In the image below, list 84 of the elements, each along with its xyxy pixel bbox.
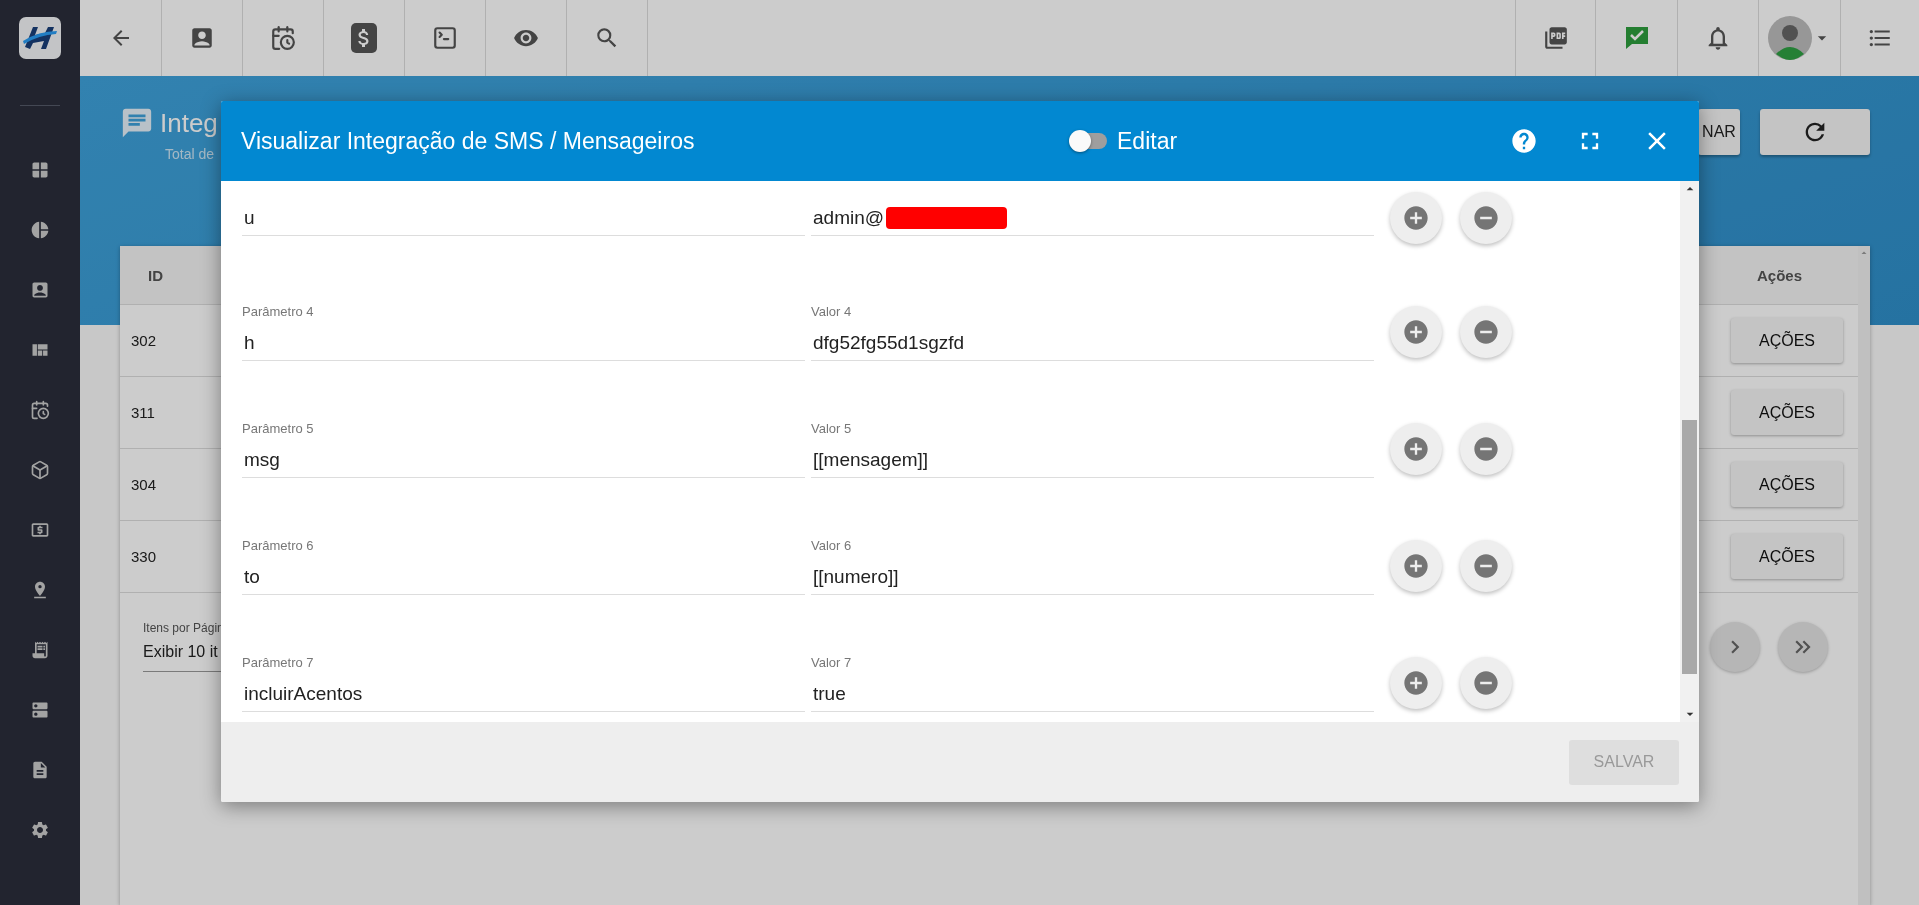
receipt-icon[interactable] xyxy=(30,640,50,660)
cube-icon[interactable] xyxy=(30,460,50,480)
add-button[interactable] xyxy=(1390,540,1442,592)
actions-button[interactable]: AÇÕES xyxy=(1731,318,1843,363)
column-header: Ações xyxy=(1756,266,1802,284)
dialog-title: Visualizar Integração de SMS / Mensageiros xyxy=(241,127,696,155)
money-icon[interactable] xyxy=(30,520,50,540)
scrollbar[interactable] xyxy=(1680,181,1699,722)
calendar-clock-icon[interactable] xyxy=(270,25,296,51)
field-label: Parâmetro 5 xyxy=(242,420,315,438)
remove-button[interactable] xyxy=(1460,657,1512,709)
value-field[interactable]: [[numero]] xyxy=(811,559,1374,595)
actions-button[interactable]: AÇÕES xyxy=(1731,390,1843,435)
refresh-button[interactable] xyxy=(1760,109,1870,155)
help-icon[interactable] xyxy=(1510,127,1538,155)
server-icon[interactable] xyxy=(30,700,50,720)
switch-label: Editar xyxy=(1117,127,1178,155)
field-value: true xyxy=(813,682,846,705)
parameter-field[interactable]: msg xyxy=(242,442,805,478)
actions-button[interactable]: AÇÕES xyxy=(1731,462,1843,507)
scroll-thumb[interactable] xyxy=(1682,420,1697,674)
parameter-field[interactable]: to xyxy=(242,559,805,595)
add-button[interactable] xyxy=(1390,423,1442,475)
plus-icon xyxy=(1402,669,1430,697)
pdf-icon[interactable] xyxy=(1542,25,1569,51)
terminal-icon[interactable] xyxy=(432,25,458,51)
plus-icon xyxy=(1402,318,1430,346)
value-field[interactable]: dfg52fg55d1sgzfd xyxy=(811,325,1374,361)
last-page-button[interactable] xyxy=(1778,621,1828,672)
chat-check-icon[interactable] xyxy=(1623,25,1650,51)
field-label: Valor 6 xyxy=(811,537,853,555)
plus-icon xyxy=(1402,552,1430,580)
parameter-field[interactable]: incluirAcentos xyxy=(242,676,805,712)
remove-button[interactable] xyxy=(1460,423,1512,475)
plus-icon xyxy=(1402,435,1430,463)
page-subtitle: Total de xyxy=(164,146,216,162)
table-cell: 330 xyxy=(131,548,157,565)
field-label: Parâmetro 6 xyxy=(242,537,315,555)
header-button[interactable]: NAR xyxy=(1698,109,1740,155)
plus-icon xyxy=(1402,204,1430,232)
page-title: Integ xyxy=(160,107,218,139)
minus-icon xyxy=(1472,669,1500,697)
contact-card-icon[interactable] xyxy=(30,280,50,300)
table-cell: 311 xyxy=(131,404,155,421)
value-field[interactable]: true xyxy=(811,676,1374,712)
parameter-field[interactable]: h xyxy=(242,325,805,361)
minus-icon xyxy=(1472,204,1500,232)
field-label: Parâmetro 7 xyxy=(242,654,315,672)
minus-icon xyxy=(1472,318,1500,346)
value-field[interactable]: admin@ xyxy=(811,200,1374,236)
table-cell: 304 xyxy=(131,476,157,493)
field-label: Valor 7 xyxy=(811,654,853,672)
settings-icon[interactable] xyxy=(30,820,50,840)
field-value: [[numero]] xyxy=(813,565,899,588)
field-label: Parâmetro 4 xyxy=(242,303,315,321)
field-value: Exibir 10 it xyxy=(143,643,219,661)
minus-icon xyxy=(1472,435,1500,463)
dollar-icon[interactable] xyxy=(351,23,377,53)
actions-button[interactable]: AÇÕES xyxy=(1731,534,1843,579)
add-button[interactable] xyxy=(1390,306,1442,358)
minus-icon xyxy=(1472,552,1500,580)
edit-switch[interactable] xyxy=(1071,133,1107,149)
add-button[interactable] xyxy=(1390,192,1442,244)
field-value: dfg52fg55d1sgzfd xyxy=(813,331,965,354)
document-icon[interactable] xyxy=(30,760,50,780)
remove-button[interactable] xyxy=(1460,540,1512,592)
add-button[interactable] xyxy=(1390,657,1442,709)
avatar-icon[interactable] xyxy=(1767,16,1812,60)
dashboard-icon[interactable] xyxy=(30,160,50,180)
remove-button[interactable] xyxy=(1460,306,1512,358)
field-value: [[mensagem]] xyxy=(813,448,929,471)
field-value: admin@ xyxy=(813,206,885,229)
parameter-field[interactable]: u xyxy=(242,200,805,236)
remove-button[interactable] xyxy=(1460,192,1512,244)
logo-icon[interactable] xyxy=(19,17,61,59)
calendar-clock-icon[interactable] xyxy=(30,400,50,420)
table-cell: 302 xyxy=(131,332,157,349)
field-label: Valor 5 xyxy=(811,420,853,438)
contact-card-icon[interactable] xyxy=(189,25,215,51)
column-header: ID xyxy=(148,266,163,284)
field-label: Valor 4 xyxy=(811,303,853,321)
value-field[interactable]: [[mensagem]] xyxy=(811,442,1374,478)
pie-chart-icon[interactable] xyxy=(30,220,50,240)
scrollbar[interactable] xyxy=(1858,246,1870,905)
